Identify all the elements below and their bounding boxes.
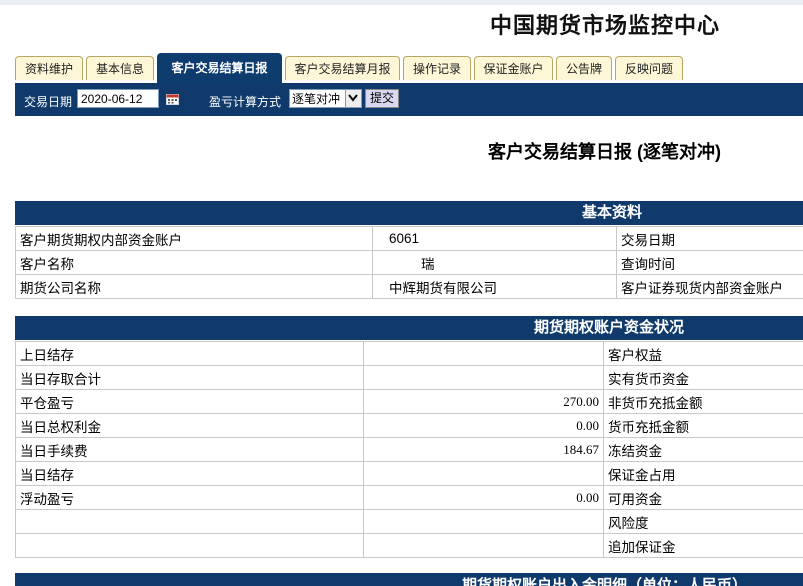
basic-info-table: 客户期货期权内部资金账户 6061 交易日期 客户名称 瑞 查询时间 期货公司名… <box>15 226 803 299</box>
basic-label: 客户期货期权内部资金账户 <box>15 226 373 251</box>
tab-monthly-statement[interactable]: 客户交易结算月报 <box>285 56 400 80</box>
basic-value: 6061 <box>372 226 617 251</box>
table-row: 风险度 <box>15 509 803 534</box>
table-row: 期货公司名称 中辉期货有限公司 客户证券现货内部资金账户 <box>15 274 803 299</box>
fund-value: 0.00 <box>363 485 604 510</box>
table-row: 客户期货期权内部资金账户 6061 交易日期 <box>15 226 803 251</box>
fund-label <box>15 533 364 558</box>
fund-value: 0.00 <box>363 413 604 438</box>
basic-value: 瑞 <box>372 250 617 275</box>
fund-right-label: 追加保证金 <box>603 533 803 558</box>
fund-right-label: 实有货币资金 <box>603 365 803 390</box>
fund-value: 184.67 <box>363 437 604 462</box>
fund-right-label: 客户权益 <box>603 341 803 366</box>
fund-label: 当日结存 <box>15 461 364 486</box>
fund-right-label: 冻结资金 <box>603 437 803 462</box>
tab-basic-info[interactable]: 基本信息 <box>86 56 154 80</box>
top-strip <box>0 0 803 5</box>
fund-value <box>363 341 604 366</box>
basic-value: 中辉期货有限公司 <box>372 274 617 299</box>
fund-label: 当日总权利金 <box>15 413 364 438</box>
trade-date-input[interactable] <box>77 89 159 108</box>
pnl-method-select[interactable]: 逐笔对冲 <box>289 89 362 108</box>
table-row: 平仓盈亏 270.00 非货币充抵金额 <box>15 389 803 414</box>
fund-value <box>363 365 604 390</box>
fund-value <box>363 509 604 534</box>
funds-header: 期货期权账户资金状况 <box>15 316 803 340</box>
fund-label: 平仓盈亏 <box>15 389 364 414</box>
funds-title: 期货期权账户资金状况 <box>534 319 685 336</box>
table-row: 追加保证金 <box>15 533 803 558</box>
fund-right-label: 风险度 <box>603 509 803 534</box>
fund-value <box>363 533 604 558</box>
calendar-icon[interactable] <box>166 93 179 105</box>
deposit-withdrawal-title: 期货期权账户出入金明细（单位：人民币） <box>462 577 748 586</box>
table-row: 客户名称 瑞 查询时间 <box>15 250 803 275</box>
tab-operation-log[interactable]: 操作记录 <box>403 56 471 80</box>
fund-label: 当日存取合计 <box>15 365 364 390</box>
tab-bulletin[interactable]: 公告牌 <box>556 56 612 80</box>
basic-right-label: 交易日期 <box>616 226 803 251</box>
query-toolbar: 交易日期 盈亏计算方式 逐笔对冲 提交 <box>15 83 803 116</box>
basic-info-header: 基本资料 <box>15 201 803 225</box>
basic-right-label: 查询时间 <box>616 250 803 275</box>
fund-value <box>363 461 604 486</box>
fund-right-label: 货币充抵金额 <box>603 413 803 438</box>
table-row: 上日结存 客户权益 <box>15 341 803 366</box>
pnl-method-value: 逐笔对冲 <box>292 92 341 106</box>
basic-right-label: 客户证券现货内部资金账户 <box>616 274 803 299</box>
fund-value: 270.00 <box>363 389 604 414</box>
basic-label: 客户名称 <box>15 250 373 275</box>
fund-label: 上日结存 <box>15 341 364 366</box>
fund-right-label: 可用资金 <box>603 485 803 510</box>
fund-label <box>15 509 364 534</box>
table-row: 浮动盈亏 0.00 可用资金 <box>15 485 803 510</box>
funds-table: 上日结存 客户权益 当日存取合计 实有货币资金 平仓盈亏 270.00 非货币充… <box>15 341 803 558</box>
report-title: 客户交易结算日报 (逐笔对冲) <box>488 142 721 162</box>
method-label: 盈亏计算方式 <box>209 95 282 109</box>
fund-right-label: 保证金占用 <box>603 461 803 486</box>
tab-data-maintenance[interactable]: 资料维护 <box>15 56 83 80</box>
date-label: 交易日期 <box>24 95 73 109</box>
fund-label: 当日手续费 <box>15 437 364 462</box>
fund-label: 浮动盈亏 <box>15 485 364 510</box>
fund-right-label: 非货币充抵金额 <box>603 389 803 414</box>
tab-margin-account[interactable]: 保证金账户 <box>474 56 553 80</box>
table-row: 当日总权利金 0.00 货币充抵金额 <box>15 413 803 438</box>
chevron-down-icon[interactable] <box>345 90 361 107</box>
tab-feedback[interactable]: 反映问题 <box>615 56 683 80</box>
table-row: 当日结存 保证金占用 <box>15 461 803 486</box>
table-row: 当日存取合计 实有货币资金 <box>15 365 803 390</box>
basic-label: 期货公司名称 <box>15 274 373 299</box>
basic-info-title: 基本资料 <box>582 204 643 221</box>
table-row: 当日手续费 184.67 冻结资金 <box>15 437 803 462</box>
site-title: 中国期货市场监控中心 <box>490 13 721 38</box>
tab-daily-statement[interactable]: 客户交易结算日报 <box>157 53 282 83</box>
deposit-withdrawal-header: 期货期权账户出入金明细（单位：人民币） <box>15 573 803 586</box>
submit-button[interactable]: 提交 <box>365 89 399 108</box>
